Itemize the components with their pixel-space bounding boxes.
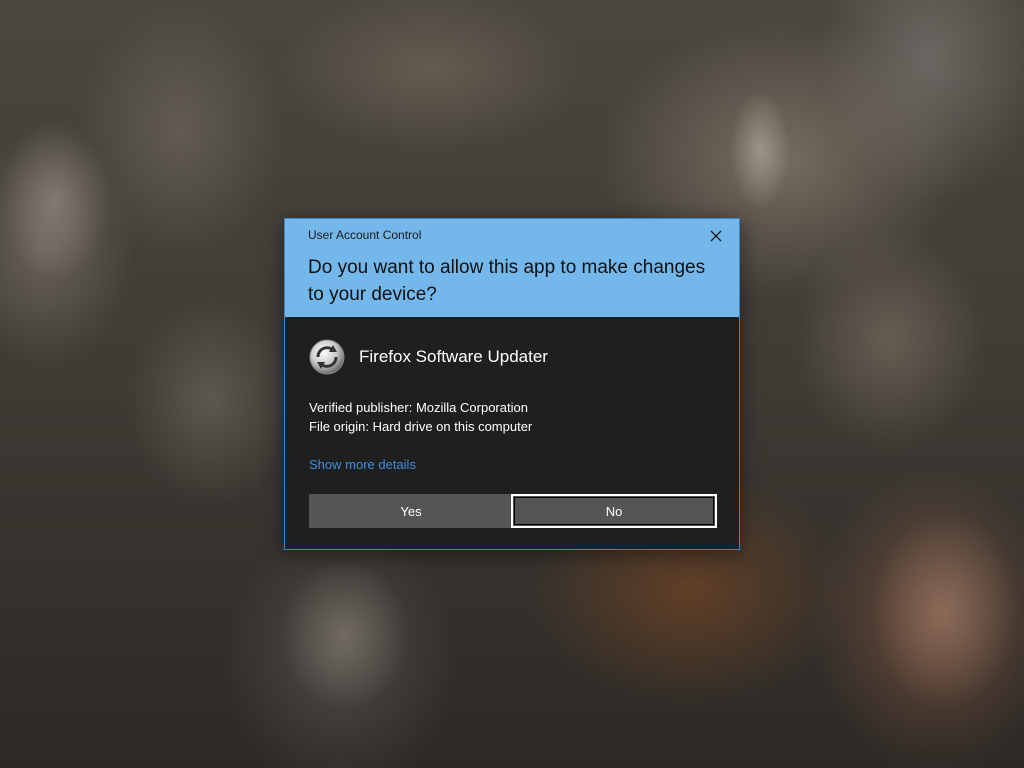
wallpaper-figure [280,560,410,710]
wallpaper-figure [730,90,790,210]
app-row: Firefox Software Updater [308,337,548,377]
wallpaper-figure [870,510,1020,710]
uac-header: User Account Control Do you want to allo… [285,219,739,317]
no-button[interactable]: No [511,494,717,528]
publisher-line: Verified publisher: Mozilla Corporation [309,400,528,415]
origin-line: File origin: Hard drive on this computer [309,419,533,434]
wallpaper-figure [0,120,110,280]
app-name: Firefox Software Updater [359,347,548,366]
show-more-details-link[interactable]: Show more details [309,457,416,472]
yes-button[interactable]: Yes [309,494,513,528]
firefox-updater-icon [309,339,345,375]
desktop-background: User Account Control Do you want to allo… [0,0,1024,768]
close-icon [710,230,722,242]
dialog-question: Do you want to allow this app to make ch… [308,257,706,305]
dialog-caption: User Account Control [308,228,422,242]
close-button[interactable] [703,225,729,247]
uac-dialog: User Account Control Do you want to allo… [284,218,740,550]
